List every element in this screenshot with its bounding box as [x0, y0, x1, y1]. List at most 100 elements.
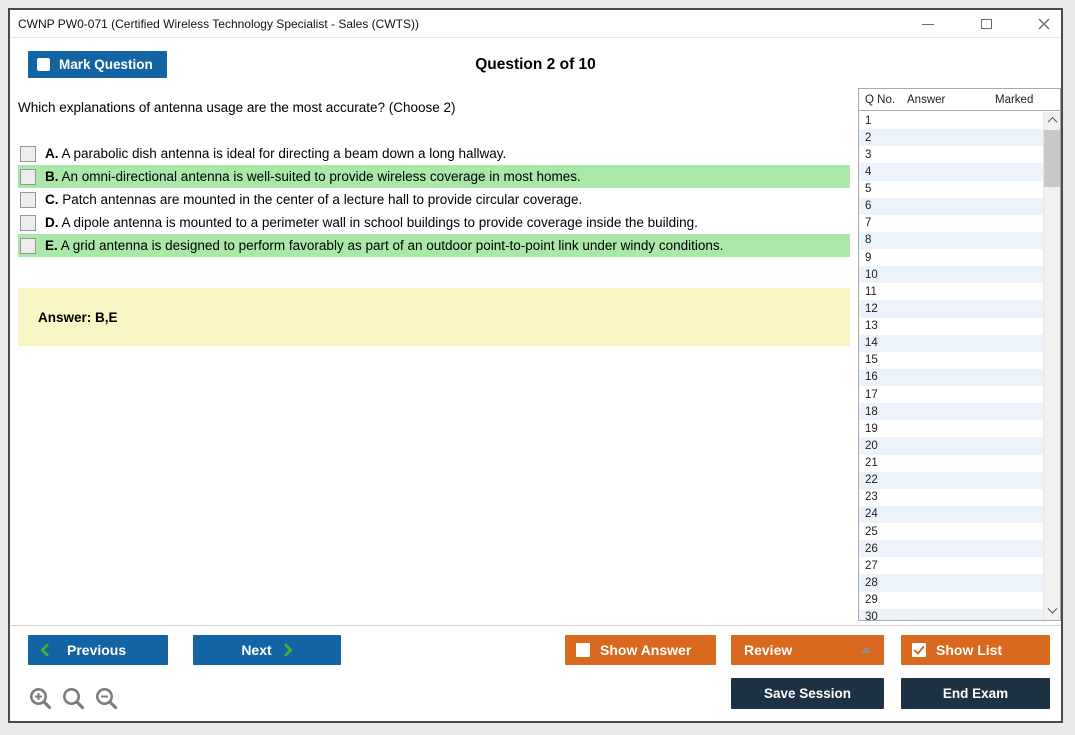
qno-cell: 8 — [865, 234, 872, 247]
option-letter: C. — [45, 192, 59, 207]
question-list-row[interactable]: 15 — [859, 352, 1043, 369]
maximize-button[interactable] — [979, 17, 993, 31]
option-letter: B. — [45, 169, 59, 184]
qno-cell: 11 — [865, 285, 877, 298]
question-list-row[interactable]: 6 — [859, 197, 1043, 215]
option-text: A parabolic dish antenna is ideal for di… — [58, 146, 507, 161]
qno-cell: 26 — [865, 542, 878, 555]
question-list-row[interactable]: 30 — [859, 608, 1043, 620]
answer-option-row[interactable]: E. A grid antenna is designed to perform… — [18, 234, 850, 257]
qno-cell: 13 — [865, 320, 878, 333]
qno-cell: 27 — [865, 559, 878, 572]
question-list-row[interactable]: 14 — [859, 334, 1043, 352]
review-button[interactable]: Review — [731, 635, 884, 665]
option-text: A dipole antenna is mounted to a perimet… — [58, 215, 698, 230]
caret-up-icon — [861, 647, 871, 653]
qno-cell: 12 — [865, 302, 878, 315]
show-answer-button[interactable]: Show Answer — [565, 635, 716, 665]
question-list-row[interactable]: 7 — [859, 215, 1043, 232]
end-exam-label: End Exam — [942, 686, 1009, 701]
next-button[interactable]: Next — [193, 635, 341, 665]
question-list-panel: Q No. Answer Marked 1 2 3 4 5 6 7 8 9 10… — [858, 88, 1061, 621]
option-text: An omni-directional antenna is well-suit… — [58, 169, 581, 184]
zoom-reset-icon[interactable] — [61, 686, 87, 712]
question-list-row[interactable]: 5 — [859, 181, 1043, 198]
qno-cell: 18 — [865, 405, 878, 418]
qno-cell: 14 — [865, 337, 878, 350]
window-controls — [921, 10, 1051, 38]
question-list-row[interactable]: 8 — [859, 231, 1043, 249]
question-list-row[interactable]: 1 — [859, 112, 1043, 129]
question-list-row[interactable]: 13 — [859, 318, 1043, 335]
qno-cell: 20 — [865, 439, 878, 452]
option-checkbox[interactable] — [20, 237, 36, 254]
answer-option-row[interactable]: D. A dipole antenna is mounted to a peri… — [18, 211, 850, 234]
app-window: CWNP PW0-071 (Certified Wireless Technol… — [8, 8, 1063, 723]
show-list-checkbox-icon — [912, 643, 926, 657]
save-session-label: Save Session — [763, 686, 852, 701]
answer-option-row[interactable]: A. A parabolic dish antenna is ideal for… — [18, 142, 850, 165]
question-list-row[interactable]: 17 — [859, 386, 1043, 403]
qno-cell: 23 — [865, 491, 878, 504]
previous-label: Previous — [67, 642, 127, 658]
qno-cell: 16 — [865, 371, 878, 384]
option-label: E. A grid antenna is designed to perform… — [45, 238, 723, 253]
option-checkbox[interactable] — [20, 145, 36, 162]
zoom-out-icon[interactable] — [94, 686, 120, 712]
option-text: Patch antennas are mounted in the center… — [58, 192, 583, 207]
minimize-button[interactable] — [921, 17, 935, 31]
question-list-row[interactable]: 27 — [859, 557, 1043, 574]
question-list-row[interactable]: 26 — [859, 540, 1043, 558]
question-list-row[interactable]: 16 — [859, 368, 1043, 386]
question-list-row[interactable]: 29 — [859, 592, 1043, 609]
scroll-up-button[interactable] — [1044, 112, 1060, 129]
qno-cell: 15 — [865, 354, 878, 367]
question-text: Which explanations of antenna usage are … — [18, 100, 456, 115]
question-list-row[interactable]: 11 — [859, 283, 1043, 300]
answer-panel: Answer: B,E — [18, 288, 850, 346]
close-button[interactable] — [1037, 17, 1051, 31]
question-list-header: Q No. Answer Marked — [859, 89, 1060, 111]
answer-option-row[interactable]: C. Patch antennas are mounted in the cen… — [18, 188, 850, 211]
review-label: Review — [744, 642, 793, 658]
question-list-scrollbar[interactable] — [1043, 112, 1060, 620]
question-list-row[interactable]: 21 — [859, 455, 1043, 472]
close-icon — [1038, 18, 1050, 30]
question-list-row[interactable]: 19 — [859, 420, 1043, 437]
option-checkbox[interactable] — [20, 191, 36, 208]
qno-cell: 3 — [865, 148, 872, 161]
scroll-down-button[interactable] — [1044, 603, 1060, 620]
qno-cell: 1 — [865, 114, 872, 127]
option-label: D. A dipole antenna is mounted to a peri… — [45, 215, 698, 230]
zoom-in-icon[interactable] — [28, 686, 54, 712]
scrollbar-thumb[interactable] — [1044, 130, 1060, 187]
end-exam-button[interactable]: End Exam — [901, 678, 1050, 709]
question-list-row[interactable]: 22 — [859, 471, 1043, 489]
question-list-row[interactable]: 23 — [859, 489, 1043, 506]
question-list-row[interactable]: 3 — [859, 146, 1043, 163]
question-list-row[interactable]: 18 — [859, 403, 1043, 421]
answer-text: Answer: B,E — [38, 309, 118, 325]
option-text: A grid antenna is designed to perform fa… — [57, 238, 724, 253]
question-list-row[interactable]: 4 — [859, 163, 1043, 181]
save-session-button[interactable]: Save Session — [731, 678, 884, 709]
question-list-row[interactable]: 24 — [859, 505, 1043, 523]
question-list-row[interactable]: 9 — [859, 249, 1043, 266]
show-list-button[interactable]: Show List — [901, 635, 1050, 665]
zoom-toolbar — [28, 686, 120, 712]
question-list-row[interactable]: 2 — [859, 129, 1043, 147]
minimize-icon — [922, 23, 934, 25]
maximize-icon — [980, 19, 992, 29]
question-list-row[interactable]: 25 — [859, 523, 1043, 540]
answer-option-row[interactable]: B. An omni-directional antenna is well-s… — [18, 165, 850, 188]
question-list-row[interactable]: 28 — [859, 574, 1043, 592]
previous-button[interactable]: Previous — [28, 635, 168, 665]
question-list-rows: 1 2 3 4 5 6 7 8 9 10 11 12 13 14 15 16 1… — [859, 112, 1060, 620]
question-list-row[interactable]: 10 — [859, 266, 1043, 284]
question-list-row[interactable]: 20 — [859, 437, 1043, 455]
option-checkbox[interactable] — [20, 168, 36, 185]
qno-cell: 10 — [865, 268, 878, 281]
option-label: A. A parabolic dish antenna is ideal for… — [45, 146, 506, 161]
question-list-row[interactable]: 12 — [859, 300, 1043, 318]
option-checkbox[interactable] — [20, 214, 36, 231]
